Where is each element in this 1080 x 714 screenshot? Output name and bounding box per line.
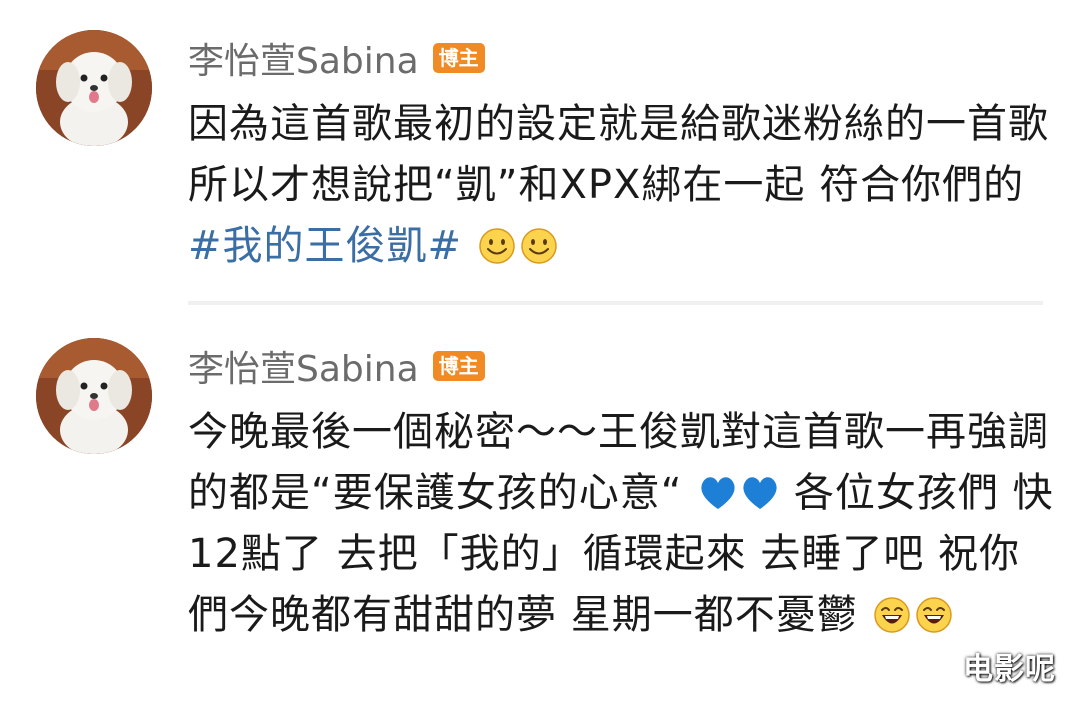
avatar[interactable] [36,338,152,454]
author-row: 李怡萱Sabina 博主 [188,340,485,392]
laughing-emoji-icon [873,591,911,633]
blogger-badge: 博主 [432,351,485,381]
author-row: 李怡萱Sabina 博主 [188,32,485,84]
blue-heart-emoji-icon [698,469,736,509]
blue-heart-emoji-icon [740,469,778,509]
comment-text: 今晚最後一個秘密～～王俊凱對這首歌一再強調的都是“要保護女孩的心意“ 各位女孩們… [188,402,1058,646]
comment-text: 因為這首歌最初的設定就是給歌迷粉絲的一首歌 所以才想說把“凱”和XPX綁在一起 … [188,94,1058,277]
watermark: 电影呢 [963,652,1056,687]
blogger-badge: 博主 [432,43,485,73]
smile-emoji-icon [520,222,558,264]
comment-body: 因為這首歌最初的設定就是給歌迷粉絲的一首歌 所以才想說把“凱”和XPX綁在一起 … [188,101,1049,208]
divider [188,301,1043,305]
comment-item: 李怡萱Sabina 博主 今晚最後一個秘密～～王俊凱對這首歌一再強調的都是“要保… [0,308,1080,714]
comment-item: 李怡萱Sabina 博主 因為這首歌最初的設定就是給歌迷粉絲的一首歌 所以才想說… [0,0,1080,300]
smile-emoji-icon [478,222,516,264]
laughing-emoji-icon [915,591,953,633]
username[interactable]: 李怡萱Sabina [188,340,419,392]
avatar[interactable] [36,30,152,146]
username[interactable]: 李怡萱Sabina [188,32,419,84]
hashtag-link[interactable]: #我的王俊凱# [188,223,462,269]
